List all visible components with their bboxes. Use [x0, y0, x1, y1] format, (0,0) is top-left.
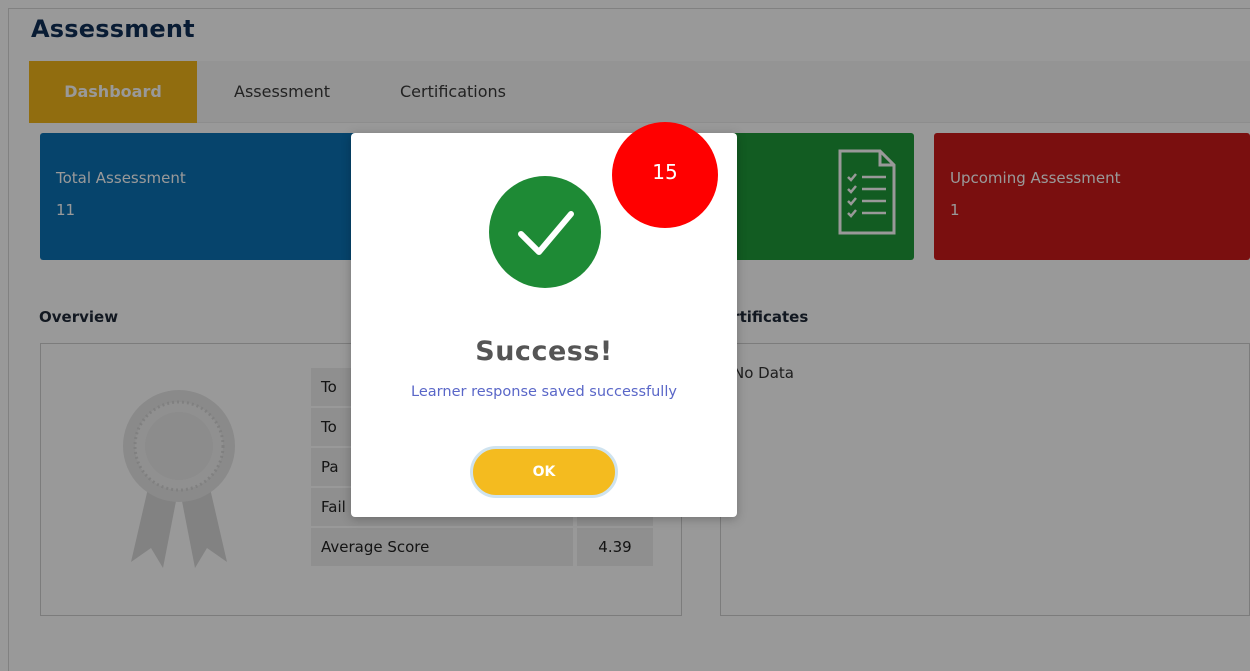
ok-button[interactable]: OK — [470, 446, 618, 498]
dialog-message: Learner response saved successfully — [411, 384, 677, 400]
dialog-title: Success! — [475, 336, 613, 367]
step-number-badge: 15 — [612, 122, 718, 228]
checkmark-circle-icon — [489, 176, 601, 288]
